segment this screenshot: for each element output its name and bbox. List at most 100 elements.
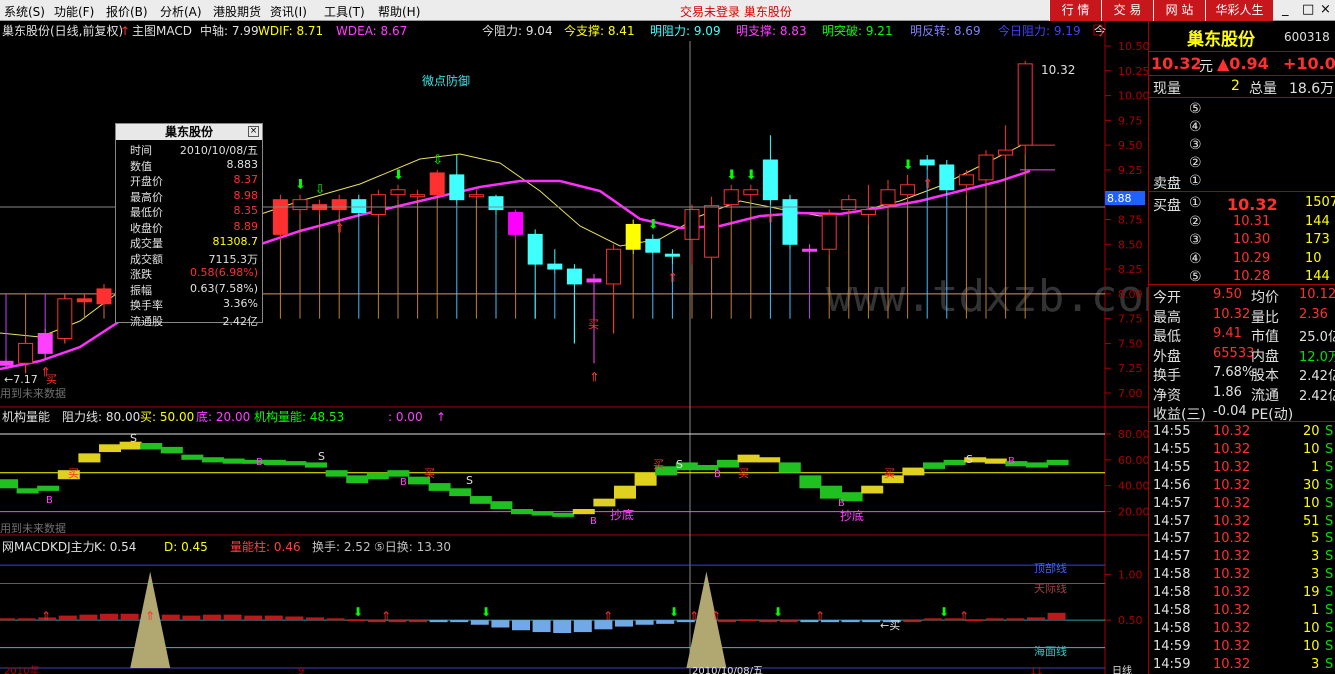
tooltip-row: 最低价 8.35 <box>116 204 262 220</box>
minimize-icon[interactable]: _ <box>1282 2 1289 17</box>
y-tick-label: 40.00 <box>1118 480 1148 493</box>
macd-bar <box>326 618 345 621</box>
sub1-b-label: B <box>838 498 845 509</box>
y-tick-label: 8.00 <box>1118 288 1143 301</box>
macd-bar <box>100 613 118 621</box>
tick-price: 10.32 <box>1213 603 1251 618</box>
menu-analysis[interactable]: 分析(A) <box>160 3 202 20</box>
header-item: 明突破: 9.21 <box>822 23 893 38</box>
tick-price: 10.32 <box>1213 531 1251 547</box>
menu-info[interactable]: 资讯(I) <box>270 3 307 20</box>
volume-bar <box>778 462 801 473</box>
candle-body <box>272 199 288 235</box>
macd-bar <box>985 618 1004 621</box>
quote-current-vol: 2 <box>1231 78 1240 94</box>
y-tick-label: 0.50 <box>1118 614 1143 627</box>
bid-price: 10.28 <box>1233 269 1271 284</box>
btn-market[interactable]: 行 情 <box>1049 0 1101 21</box>
tooltip-value: 8.89 <box>233 219 259 233</box>
macd-bar <box>903 620 922 623</box>
menu-help[interactable]: 帮助(H) <box>378 3 420 20</box>
indicator-name[interactable]: 主图MACD <box>132 24 192 38</box>
candle-body <box>586 278 602 283</box>
tooltip-row: 数值 8.883 <box>116 158 262 174</box>
sell-arrow-icon: ⬇ <box>726 168 737 183</box>
tooltip-key: 最高价 <box>130 190 163 204</box>
tick-time: 14:57 <box>1153 513 1191 529</box>
candle-body <box>919 159 935 166</box>
menu-tools[interactable]: 工具(T) <box>324 3 365 20</box>
stat-value: 10.32 <box>1213 306 1251 322</box>
low-price-label: ←7.17 <box>4 373 38 386</box>
tooltip-key: 涨跌 <box>130 268 152 281</box>
sell-arrow-icon: ⬇ <box>669 605 679 619</box>
high-price-label: 10.32 <box>1041 63 1075 77</box>
tick-time: 14:59 <box>1153 638 1191 654</box>
volume-bar <box>820 485 842 499</box>
volume-bar <box>99 444 121 453</box>
volume-bar <box>717 459 739 468</box>
x-label-year: 2010年 <box>4 664 39 674</box>
buy-arrow-icon: ⇑ <box>334 222 345 237</box>
stat-value: 12.0万 <box>1299 349 1335 365</box>
header-item: 机构量能 <box>2 409 50 424</box>
close-icon[interactable]: × <box>1320 2 1331 17</box>
volume-bar <box>140 443 163 450</box>
y-tick-label: 1.00 <box>1118 568 1143 581</box>
y-tick-label: 7.75 <box>1118 313 1143 326</box>
volume-bar <box>902 467 925 476</box>
tick-price: 10.32 <box>1213 495 1251 511</box>
tick-time: 14:58 <box>1153 585 1191 601</box>
sub1-b-label: B <box>46 495 53 506</box>
macd-bar <box>306 617 324 621</box>
menu-hk-futures[interactable]: 港股期货 <box>213 3 261 20</box>
sub1-b-label: B <box>256 457 263 468</box>
data-tooltip[interactable]: 巢东股份 × 时间 2010/10/08/五 数值 8.883 开盘价 8.37 最高价 8.9… <box>115 123 263 328</box>
macd-bar <box>264 615 283 621</box>
macd-bar <box>244 615 263 621</box>
candle-body <box>449 174 465 201</box>
menu-quote[interactable]: 报价(B) <box>106 3 148 20</box>
tooltip-value: 3.36% <box>223 297 258 310</box>
buy-marker: 买 <box>588 318 599 331</box>
sky-line-label: 天际线 <box>1034 581 1067 595</box>
sub1-label: 买 <box>68 467 79 480</box>
price-tag-value: 8.88 <box>1107 192 1132 205</box>
menu-function[interactable]: 功能(F) <box>54 3 94 20</box>
tick-volume: 51 <box>1303 513 1320 529</box>
header-item: WDIF: 8.71 <box>258 24 323 38</box>
tick-side: S <box>1325 495 1334 511</box>
bottom-fish-label: 抄底 <box>610 507 634 522</box>
kline-chart[interactable]: www.tdxzb.com 巢东股份(日线,前复权) ↑ 主图MACD 中轴: … <box>0 21 1148 674</box>
btn-huacai[interactable]: 华彩人生 <box>1205 0 1273 21</box>
candle-body <box>782 199 798 245</box>
btn-website[interactable]: 网 站 <box>1153 0 1205 21</box>
y-tick-label: 80.00 <box>1118 428 1148 441</box>
tick-time: 14:57 <box>1153 495 1191 511</box>
btn-trade[interactable]: 交 易 <box>1101 0 1153 21</box>
candle-body <box>880 189 896 206</box>
y-tick-label: 9.75 <box>1118 114 1143 127</box>
candle-body <box>37 333 53 354</box>
volume-bar <box>222 458 245 464</box>
y-tick-label: 7.50 <box>1118 337 1143 350</box>
macd-bar <box>429 620 448 623</box>
tick-volume: 30 <box>1303 477 1320 493</box>
sell-arrow-icon: ⇩ <box>315 183 326 198</box>
stat-key: 股本 <box>1251 368 1279 384</box>
menu-system[interactable]: 系统(S) <box>4 3 45 20</box>
tick-price: 10.32 <box>1213 459 1251 475</box>
tick-volume: 1 <box>1311 603 1320 618</box>
buy-arrow-icon: ⇑ <box>689 609 699 623</box>
volume-bar <box>552 512 575 517</box>
tick-volume: 5 <box>1311 531 1320 547</box>
tick-side: S <box>1325 459 1334 475</box>
sell-arrow-icon: ⬇ <box>353 605 363 619</box>
macd-bar <box>17 618 36 621</box>
header-item: : 0.00 <box>388 410 423 424</box>
tick-volume: 3 <box>1311 567 1320 583</box>
maximize-icon[interactable]: □ <box>1302 2 1314 17</box>
sub1-b-label: B <box>590 516 597 527</box>
close-icon[interactable]: × <box>248 126 259 137</box>
sell-arrow-icon: ⬇ <box>648 217 659 232</box>
